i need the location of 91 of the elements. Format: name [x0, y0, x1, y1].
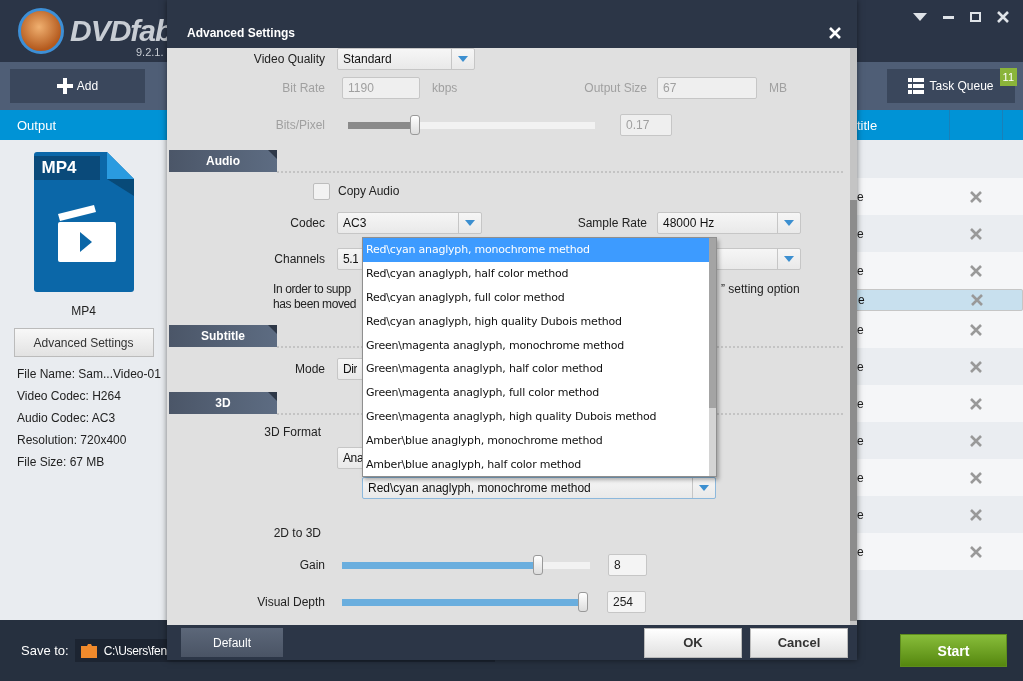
remove-icon[interactable] [970, 264, 982, 277]
file-info: File Size: 67 MB [17, 455, 106, 470]
file-info: Resolution: 720x400 [17, 433, 128, 448]
checkbox[interactable] [313, 182, 330, 200]
save-to-label: Save to: [21, 643, 69, 658]
table-cell: e [858, 293, 865, 307]
codec-select[interactable]: AC3 [337, 212, 482, 234]
remove-icon[interactable] [970, 323, 982, 336]
method-select[interactable]: Red\cyan anaglyph, monochrome method [362, 477, 716, 499]
unit-label: kbps [432, 81, 458, 95]
remove-icon[interactable] [970, 545, 982, 558]
quality-select[interactable]: Standard [337, 48, 475, 70]
remove-icon[interactable] [971, 294, 983, 306]
remove-icon[interactable] [970, 397, 982, 410]
field-label: Bits/Pixel [274, 118, 325, 132]
note-text: In order to supp [273, 282, 351, 297]
scrollbar[interactable] [850, 48, 857, 625]
cancel-button[interactable]: Cancel [750, 627, 848, 658]
field-label: Sample Rate [576, 216, 647, 230]
remove-icon[interactable] [970, 227, 982, 240]
note-text: has been moved [273, 297, 357, 312]
column-header: Output [16, 117, 57, 133]
table-cell: e [857, 396, 864, 411]
table-cell: e [857, 226, 864, 241]
version-label: 9.2.1. [136, 46, 164, 58]
count-badge: 11 [999, 68, 1017, 86]
note-text: ” setting option [721, 282, 800, 298]
dialog-title: Advanced Settings [187, 26, 296, 40]
section-header: 3D [169, 392, 277, 414]
format-label: MP4 [41, 158, 77, 178]
remove-icon[interactable] [970, 434, 982, 447]
field-label: Bit Rate [281, 81, 325, 95]
dropdown-option[interactable]: Red\cyan anaglyph, high quality Dubois method [363, 309, 709, 334]
field-label: Channels [273, 252, 325, 266]
column-header: title [857, 117, 878, 133]
table-cell: e [857, 470, 864, 485]
field-label: Visual Depth [256, 595, 325, 609]
scrollbar[interactable] [709, 238, 716, 476]
folder-icon [80, 643, 97, 658]
table-cell: e [857, 263, 864, 278]
close-icon[interactable] [997, 11, 1009, 23]
minimize-icon[interactable] [943, 15, 954, 19]
dropdown-option[interactable]: Red\cyan anaglyph, half color method [363, 261, 709, 286]
dropdown-option[interactable]: Green\magenta anaglyph, monochrome method [363, 333, 709, 357]
checkbox-label: Copy Audio [338, 184, 400, 198]
sample-rate-select[interactable]: 48000 Hz [657, 212, 801, 234]
caret-icon [465, 220, 475, 226]
field-label: 3D Format [263, 425, 321, 439]
dropdown-option[interactable]: Amber\blue anaglyph, monochrome method [363, 428, 709, 453]
profile-name: MP4 [71, 304, 96, 318]
table-cell: e [857, 507, 864, 522]
remove-icon[interactable] [970, 190, 982, 203]
dropdown-icon[interactable] [913, 13, 927, 21]
field-label: 2D to 3D [272, 526, 321, 540]
gain-field[interactable]: 8 [608, 554, 647, 576]
table-cell: e [857, 189, 864, 204]
file-info: Video Codec: H264 [17, 389, 122, 404]
table-cell: e [857, 322, 864, 337]
dropdown-option[interactable]: Green\magenta anaglyph, full color method [363, 380, 709, 405]
table-cell: e [857, 544, 864, 559]
field-label: Gain [298, 558, 325, 572]
default-button[interactable]: Default [181, 628, 283, 657]
dropdown-option[interactable]: Green\magenta anaglyph, high quality Dubois method [363, 404, 709, 429]
table-cell: e [857, 433, 864, 448]
list-icon [908, 78, 925, 94]
section-header: Subtitle [169, 325, 277, 347]
file-info: File Name: Sam...Video-01 [17, 367, 161, 382]
depth-field[interactable]: 254 [607, 591, 646, 613]
caret-icon [699, 485, 709, 491]
remove-icon[interactable] [970, 508, 982, 521]
caret-icon [784, 256, 794, 262]
caret-icon [784, 220, 794, 226]
remove-icon[interactable] [970, 471, 982, 484]
logo-icon [18, 8, 64, 54]
field-label: Output Size [583, 81, 647, 95]
field-label: Mode [293, 362, 325, 376]
unit-label: MB [769, 81, 787, 95]
maximize-icon[interactable] [970, 12, 981, 22]
dropdown-option[interactable]: Green\magenta anaglyph, half color method [363, 357, 709, 381]
add-button[interactable]: Add [10, 69, 145, 103]
field-label: Codec [289, 216, 325, 230]
ok-button[interactable]: OK [644, 627, 742, 658]
file-info: Audio Codec: AC3 [17, 411, 117, 426]
table-cell: e [857, 359, 864, 374]
field-label: Video Quality [252, 52, 325, 66]
section-header: Audio [169, 150, 277, 172]
dropdown-option[interactable]: Amber\blue anaglyph, half color method [363, 452, 709, 476]
remove-icon[interactable] [970, 360, 982, 373]
plus-icon [56, 78, 73, 94]
advanced-settings-button[interactable]: Advanced Settings [13, 328, 154, 357]
dropdown-option[interactable]: Red\cyan anaglyph, full color method [363, 285, 709, 310]
